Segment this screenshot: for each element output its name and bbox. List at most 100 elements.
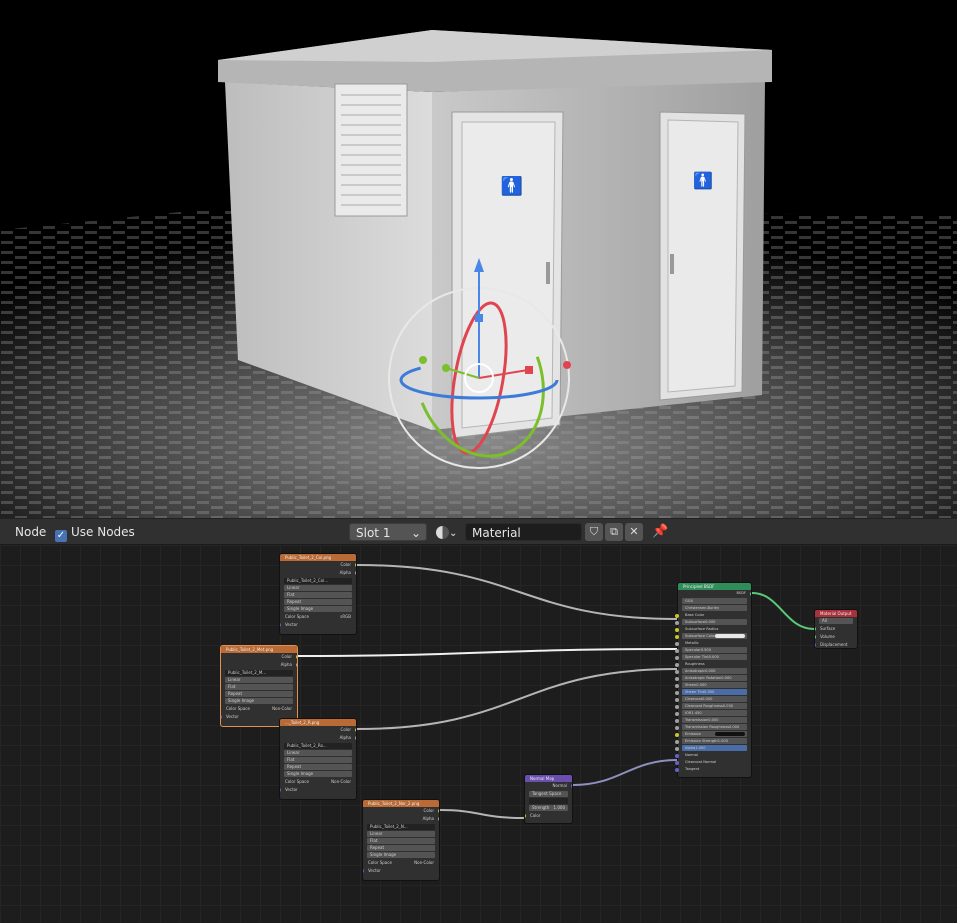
material-name-field[interactable]: Material — [465, 523, 582, 541]
socket[interactable] — [815, 643, 816, 647]
interpolation-dropdown[interactable]: Linear — [367, 831, 435, 837]
duplicate-material-icon[interactable]: ⧉ — [605, 523, 623, 541]
space-dropdown[interactable]: Tangent Space — [529, 791, 568, 797]
bsdf-input-field[interactable]: IOR1.450 — [682, 710, 747, 716]
bsdf-input-row[interactable]: Transmission0.000 — [675, 717, 751, 724]
slot-dropdown[interactable]: Slot 1 ⌄ — [349, 523, 427, 541]
projection-dropdown[interactable]: Flat — [225, 684, 293, 690]
principled-bsdf-node[interactable]: Principled BSDF BSDF GGX Christensen-Bur… — [675, 582, 752, 778]
image-selector[interactable]: Public_Toilet_2_M... — [225, 670, 293, 676]
bsdf-input-field[interactable]: Anisotropic0.000 — [682, 668, 747, 674]
socket[interactable] — [675, 739, 679, 744]
color-swatch[interactable] — [715, 732, 745, 736]
socket[interactable] — [675, 662, 679, 667]
bsdf-input-field[interactable]: Alpha1.000 — [682, 745, 747, 751]
bsdf-input-row[interactable]: Base Color — [675, 612, 751, 619]
node-header[interactable]: Public_Toilet_2_Nor_2.png — [363, 800, 439, 807]
projection-dropdown[interactable]: Flat — [284, 592, 352, 598]
color-space-row[interactable]: Color Space Non-Color — [363, 859, 439, 867]
socket[interactable] — [815, 627, 816, 631]
bsdf-input-field[interactable]: Sheen0.000 — [682, 682, 747, 688]
bsdf-input-field[interactable]: Specular0.500 — [682, 647, 747, 653]
interpolation-dropdown[interactable]: Linear — [225, 677, 293, 683]
node-header[interactable]: Public_Toilet_2_Col.png — [280, 554, 356, 561]
source-dropdown[interactable]: Single Image — [225, 698, 293, 704]
socket[interactable] — [675, 767, 679, 772]
socket[interactable] — [675, 753, 679, 758]
bsdf-input-row[interactable]: IOR1.450 — [675, 710, 751, 717]
socket[interactable] — [675, 613, 679, 618]
bsdf-input-row[interactable]: Anisotropic0.000 — [675, 668, 751, 675]
bsdf-input-row[interactable]: Metallic — [675, 640, 751, 647]
bsdf-input-field[interactable]: Transmission Roughness0.000 — [682, 724, 747, 730]
bsdf-input-row[interactable]: Alpha1.000 — [675, 745, 751, 752]
pin-icon[interactable]: 📌 — [652, 523, 668, 541]
bsdf-input-row[interactable]: Sheen Tint0.500 — [675, 689, 751, 696]
bsdf-input-row[interactable]: Tangent — [675, 766, 751, 773]
normal-map-node[interactable]: Normal Map Normal Tangent Space Strength… — [524, 774, 573, 824]
bsdf-input-row[interactable]: Specular Tint0.000 — [675, 654, 751, 661]
socket[interactable] — [355, 736, 356, 740]
image-texture-node-normal[interactable]: Public_Toilet_2_Nor_2.png Color Alpha Pu… — [362, 799, 440, 881]
bsdf-input-row[interactable]: Sheen0.000 — [675, 682, 751, 689]
unlink-close-icon[interactable]: ✕ — [625, 523, 643, 541]
image-texture-node-metallic[interactable]: Public_Toilet_2_Met.png Color Alpha Publ… — [220, 645, 298, 727]
socket[interactable] — [675, 732, 679, 737]
socket[interactable] — [438, 809, 439, 813]
socket[interactable] — [221, 715, 222, 719]
use-nodes-toggle[interactable]: ✓ Use Nodes — [55, 523, 135, 542]
socket[interactable] — [296, 655, 297, 659]
bsdf-input-row[interactable]: Transmission Roughness0.000 — [675, 724, 751, 731]
color-space-row[interactable]: Color Space Non-Color — [221, 705, 297, 713]
node-header[interactable]: Public_Toilet_2_Met.png — [221, 646, 297, 653]
viewport-render[interactable]: 🚹 🚹 — [0, 0, 957, 518]
socket[interactable] — [750, 592, 751, 596]
bsdf-input-row[interactable]: Clearcoat Roughness0.030 — [675, 703, 751, 710]
bsdf-input-row[interactable]: Subsurface Radius — [675, 626, 751, 633]
bsdf-input-row[interactable]: Emission — [675, 731, 751, 738]
color-space-row[interactable]: Color Space sRGB — [280, 613, 356, 621]
extension-dropdown[interactable]: Repeat — [284, 764, 352, 770]
bsdf-input-row[interactable]: Normal — [675, 752, 751, 759]
checkbox-icon[interactable]: ✓ — [55, 530, 67, 542]
socket[interactable] — [355, 728, 356, 732]
projection-dropdown[interactable]: Flat — [284, 757, 352, 763]
3d-viewport[interactable]: 🚹 🚹 — [0, 0, 957, 518]
bsdf-input-row[interactable]: Anisotropic Rotation0.000 — [675, 675, 751, 682]
bsdf-input-row[interactable]: Specular0.500 — [675, 647, 751, 654]
socket[interactable] — [280, 788, 281, 792]
bsdf-input-field[interactable]: Subsurface0.000 — [682, 619, 747, 625]
source-dropdown[interactable]: Single Image — [284, 606, 352, 612]
socket[interactable] — [675, 683, 679, 688]
shader-node-editor[interactable]: Public_Toilet_2_Col.png Color Alpha Publ… — [0, 545, 957, 923]
fake-user-shield-icon[interactable]: ⛉ — [585, 523, 603, 541]
image-selector[interactable]: Public_Toilet_2_Col... — [284, 578, 352, 584]
socket[interactable] — [675, 620, 679, 625]
image-selector[interactable]: Public_Toilet_2_N... — [367, 824, 435, 830]
socket[interactable] — [355, 571, 356, 575]
bsdf-input-row[interactable]: Subsurface Color — [675, 633, 751, 640]
material-browse-button[interactable]: ⌄ — [436, 523, 462, 541]
socket[interactable] — [675, 725, 679, 730]
strength-field[interactable]: Strength 1.000 — [529, 805, 568, 811]
bsdf-input-row[interactable]: Roughness — [675, 661, 751, 668]
socket[interactable] — [675, 648, 679, 653]
editor-menu-node[interactable]: Node — [15, 523, 46, 541]
image-texture-node-color[interactable]: Public_Toilet_2_Col.png Color Alpha Publ… — [279, 553, 357, 635]
socket[interactable] — [675, 697, 679, 702]
bsdf-input-row[interactable]: Clearcoat0.000 — [675, 696, 751, 703]
image-selector[interactable]: Public_Toilet_2_Ro... — [284, 743, 352, 749]
socket[interactable] — [675, 690, 679, 695]
socket[interactable] — [675, 746, 679, 751]
socket[interactable] — [675, 655, 679, 660]
extension-dropdown[interactable]: Repeat — [284, 599, 352, 605]
projection-dropdown[interactable]: Flat — [367, 838, 435, 844]
node-header[interactable]: ..._Toilet_2_R.png — [280, 719, 356, 726]
socket[interactable] — [438, 817, 439, 821]
interpolation-dropdown[interactable]: Linear — [284, 585, 352, 591]
extension-dropdown[interactable]: Repeat — [367, 845, 435, 851]
bsdf-input-field[interactable]: Transmission0.000 — [682, 717, 747, 723]
distribution-dropdown[interactable]: GGX — [682, 598, 747, 604]
node-header[interactable]: Normal Map — [525, 775, 572, 782]
socket[interactable] — [815, 635, 816, 639]
